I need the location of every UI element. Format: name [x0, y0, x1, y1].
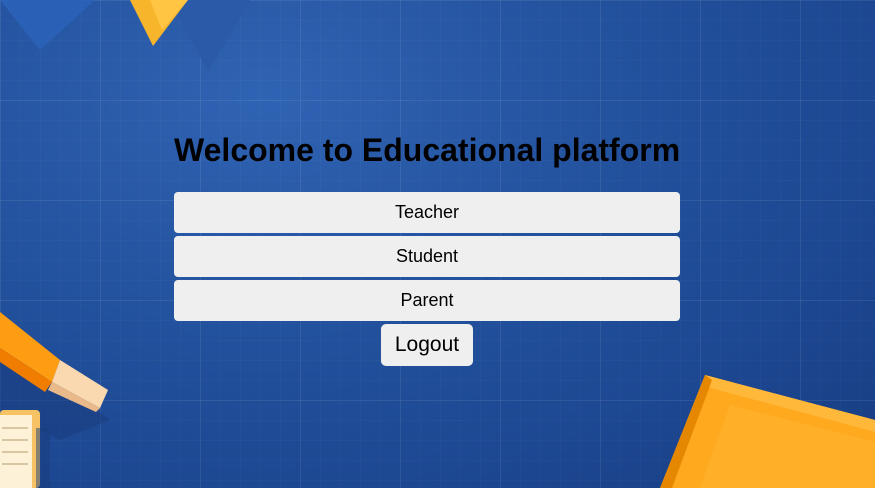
role-button-list: Teacher Student Parent	[174, 192, 680, 321]
triangle-decoration-icon	[0, 0, 250, 72]
parent-button[interactable]: Parent	[174, 280, 680, 321]
pencil-book-icon	[0, 312, 110, 488]
logout-button[interactable]: Logout	[381, 324, 473, 366]
student-button[interactable]: Student	[174, 236, 680, 277]
page-title: Welcome to Educational platform	[174, 132, 681, 168]
book-icon	[660, 375, 875, 488]
main-panel: Welcome to Educational platform Teacher …	[174, 128, 680, 366]
teacher-button[interactable]: Teacher	[174, 192, 680, 233]
